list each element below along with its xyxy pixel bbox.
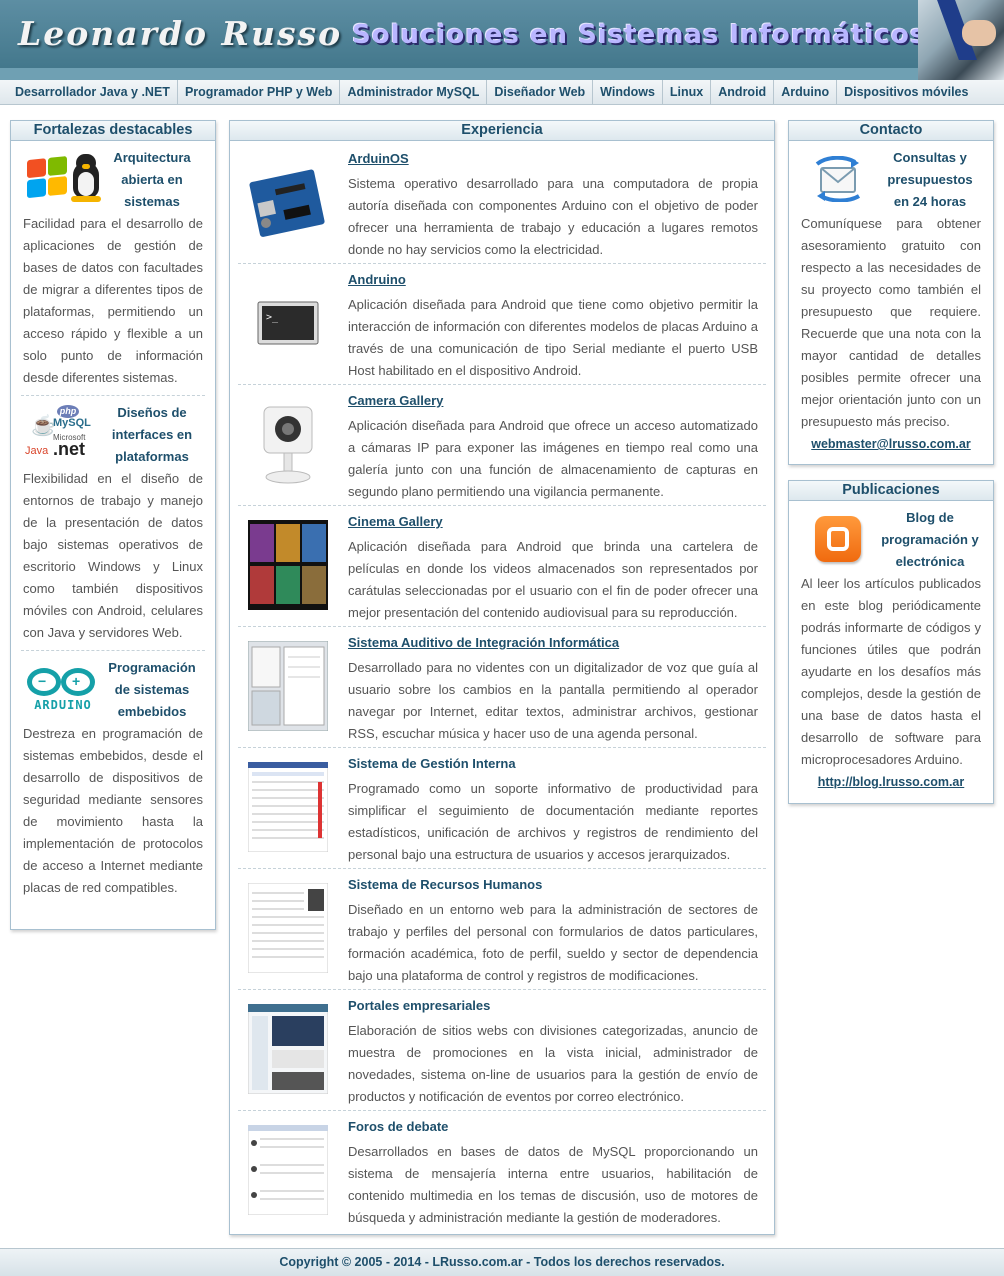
experience-thumbnail (248, 157, 328, 247)
nav-item-android[interactable]: Android (711, 80, 775, 104)
nav-item-windows[interactable]: Windows (593, 80, 663, 104)
experience-description: Desarrollados en bases de datos de MySQL… (348, 1144, 758, 1225)
contact-item: Consultas y presupuestos en 24 horas Com… (789, 147, 993, 451)
experience-thumbnail (248, 399, 328, 489)
nav-item-arduino[interactable]: Arduino (774, 80, 838, 104)
experience-thumbnail (248, 641, 328, 731)
strengths-panel-title: Fortalezas destacables (11, 121, 215, 141)
java-php-mysql-net-icon: ☕ php MySQL Java Microsoft .net (23, 405, 101, 465)
experience-title[interactable]: Andruino (348, 272, 406, 287)
divider (21, 650, 205, 651)
windows-linux-icon (23, 150, 101, 210)
contact-panel-title: Contacto (789, 121, 993, 141)
experience-description: Sistema operativo desarrollado para una … (348, 176, 758, 257)
experience-thumbnail (248, 883, 328, 973)
experience-title: Sistema de Gestión Interna (348, 756, 516, 771)
experience-item: ArduinOS Sistema operativo desarrollado p… (238, 143, 768, 264)
publications-text: Al leer los artículos publicados en este… (801, 576, 981, 767)
tux-linux-icon (71, 154, 101, 202)
mysql-label: MySQL (53, 417, 91, 429)
experience-description: Aplicación diseñada para Android que ofr… (348, 418, 758, 499)
experience-item: >_ Andruino Aplicación diseñada para Andro… (238, 264, 768, 385)
experience-description: Elaboración de sitios webs con divisione… (348, 1023, 758, 1104)
experience-title[interactable]: Sistema Auditivo de Integración Informát… (348, 635, 619, 650)
experience-item: Camera Gallery Aplicación diseñada para A… (238, 385, 768, 506)
strength-text: Flexibilidad en el diseño de entornos de… (23, 471, 203, 640)
blog-link[interactable]: http://blog.lrusso.com.ar (801, 775, 981, 789)
site-logo-name[interactable]: Leonardo Russo (18, 14, 342, 53)
experience-description: Diseñado en un entorno web para la admin… (348, 902, 758, 983)
experience-panel-title: Experiencia (230, 121, 774, 141)
header-photo-hand (962, 20, 996, 46)
net-label: .net (53, 439, 86, 459)
strengths-panel: Fortalezas destacables Arquitectura abie… (10, 120, 216, 930)
experience-item: Sistema Auditivo de Integración Informát… (238, 627, 768, 748)
svg-text:>_: >_ (266, 312, 279, 323)
experience-item: Cinema Gallery Aplicación diseñada para A… (238, 506, 768, 627)
nav-item-mobile[interactable]: Dispositivos móviles (837, 80, 975, 104)
experience-title: Portales empresariales (348, 998, 491, 1013)
strength-title: Diseños de interfaces en plataformas (111, 405, 193, 464)
experience-thumbnail (248, 1004, 328, 1094)
publication-item: Blog de programación y electrónica Al le… (789, 507, 993, 789)
nav-item-linux[interactable]: Linux (663, 80, 712, 104)
java-label: Java (25, 445, 49, 457)
header-stripe (0, 68, 1004, 80)
site-header: Leonardo Russo Soluciones en Sistemas In… (0, 0, 1004, 80)
experience-item: Foros de debate Desarrollados en bases de… (238, 1111, 768, 1232)
envelope-arrows-icon (801, 150, 879, 210)
nav-item-web-design[interactable]: Diseñador Web (487, 80, 594, 104)
experience-thumbnail (248, 762, 328, 852)
envelope-icon (815, 156, 861, 202)
experience-item: Portales empresariales Elaboración de sit… (238, 990, 768, 1111)
experience-title[interactable]: Cinema Gallery (348, 514, 443, 529)
experience-item: Sistema de Recursos Humanos Diseñado en u… (238, 869, 768, 990)
experience-panel: Experiencia ArduinOS Sistema operativo de… (229, 120, 775, 1235)
experience-title: Sistema de Recursos Humanos (348, 877, 543, 892)
strength-text: Destreza en programación de sistemas emb… (23, 726, 203, 895)
arduino-icon: − + ARDUINO (23, 660, 101, 720)
contact-email-link[interactable]: webmaster@lrusso.com.ar (801, 437, 981, 451)
divider (21, 395, 205, 396)
contact-text: Comuníquese para obtener asesoramiento g… (801, 216, 981, 429)
experience-title: Foros de debate (348, 1119, 449, 1134)
windows-flag-icon (27, 156, 69, 200)
nav-item-java-net[interactable]: Desarrollador Java y .NET (8, 80, 178, 104)
publications-head: Blog de programación y electrónica (881, 510, 979, 569)
experience-title[interactable]: ArduinOS (348, 151, 409, 166)
strength-item: − + ARDUINO Programación de sistemas emb… (11, 657, 215, 899)
nav-item-mysql[interactable]: Administrador MySQL (340, 80, 488, 104)
experience-description: Programado como un soporte informativo d… (348, 781, 758, 862)
contact-panel: Contacto Consultas y presupuestos en 24 … (788, 120, 994, 465)
experience-title[interactable]: Camera Gallery (348, 393, 443, 408)
blogger-icon (801, 510, 879, 570)
strength-title: Arquitectura abierta en sistemas (113, 150, 191, 209)
experience-description: Aplicación diseñada para Android que bri… (348, 539, 758, 620)
experience-description: Desarrollado para no videntes con un dig… (348, 660, 758, 741)
header-photo (918, 0, 1004, 80)
contact-head: Consultas y presupuestos en 24 horas (887, 150, 973, 209)
strength-title: Programación de sistemas embebidos (108, 660, 196, 719)
site-footer: Copyright © 2005 - 2014 - LRusso.com.ar … (0, 1248, 1004, 1276)
publications-panel-title: Publicaciones (789, 481, 993, 501)
strength-text: Facilidad para el desarrollo de aplicaci… (23, 216, 203, 385)
experience-thumbnail (248, 520, 328, 610)
experience-thumbnail (248, 1125, 328, 1215)
main-nav: Desarrollador Java y .NET Programador PH… (0, 80, 1004, 105)
strength-item: ☕ php MySQL Java Microsoft .net Diseños … (11, 402, 215, 644)
strength-item: Arquitectura abierta en sistemas Facilid… (11, 147, 215, 389)
experience-thumbnail: >_ (248, 278, 328, 368)
nav-item-php-web[interactable]: Programador PHP y Web (178, 80, 341, 104)
publications-panel: Publicaciones Blog de programación y ele… (788, 480, 994, 804)
experience-description: Aplicación diseñada para Android que tie… (348, 297, 758, 378)
experience-item: Sistema de Gestión Interna Programado com… (238, 748, 768, 869)
site-tagline: Soluciones en Sistemas Informáticos (352, 20, 927, 50)
arduino-label: ARDUINO (34, 698, 92, 712)
